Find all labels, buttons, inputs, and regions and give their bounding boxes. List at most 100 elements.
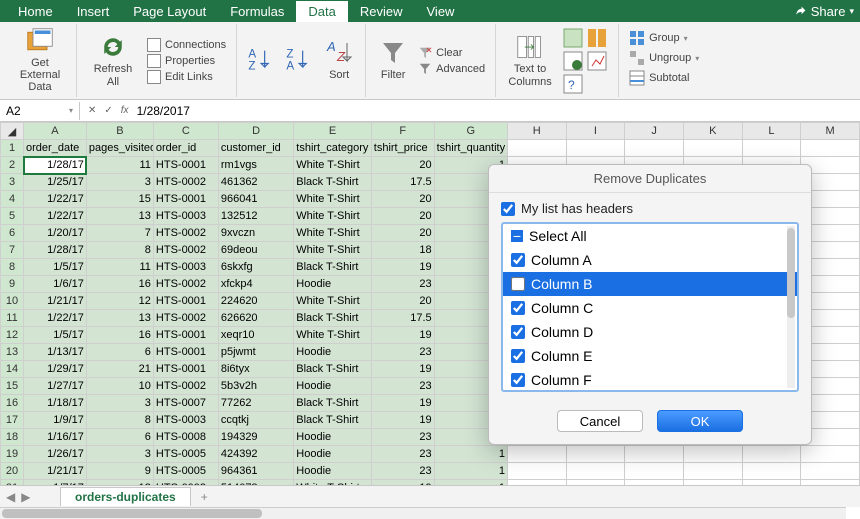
cell[interactable]: 1 — [434, 463, 507, 480]
cell[interactable]: 1/16/17 — [24, 429, 87, 446]
cell[interactable] — [742, 463, 801, 480]
row-header[interactable]: 5 — [1, 208, 24, 225]
cell[interactable]: Black T-Shirt — [294, 412, 372, 429]
cell[interactable] — [625, 140, 684, 157]
cell[interactable]: 1/25/17 — [24, 174, 87, 191]
cell[interactable]: 1/22/17 — [24, 191, 87, 208]
sort-button[interactable]: AZ Sort — [319, 27, 359, 95]
cell[interactable]: 21 — [86, 361, 153, 378]
cell[interactable]: 1/18/17 — [24, 395, 87, 412]
remove-duplicates-button[interactable] — [586, 27, 608, 49]
column-option[interactable]: −Select All — [503, 224, 797, 248]
row-header[interactable]: 15 — [1, 378, 24, 395]
cell[interactable]: 1/9/17 — [24, 412, 87, 429]
cell[interactable]: p5jwmt — [218, 344, 293, 361]
column-header[interactable]: B — [86, 123, 153, 140]
cell[interactable] — [507, 463, 566, 480]
column-header[interactable]: E — [294, 123, 372, 140]
has-headers-checkbox[interactable]: My list has headers — [501, 201, 799, 216]
cell[interactable]: 1/13/17 — [24, 344, 87, 361]
cell[interactable]: 11 — [86, 157, 153, 174]
select-all-cell[interactable]: ◢ — [1, 123, 24, 140]
cell[interactable]: HTS-0002 — [153, 242, 218, 259]
sheet-nav-prev-icon[interactable]: ◀ — [6, 490, 15, 504]
row-header[interactable]: 3 — [1, 174, 24, 191]
sheet-nav-next-icon[interactable]: ▶ — [21, 490, 30, 504]
advanced-filter-button[interactable]: Advanced — [418, 62, 485, 76]
cell[interactable]: 13 — [86, 208, 153, 225]
cell[interactable]: HTS-0002 — [153, 174, 218, 191]
listbox-scrollbar[interactable] — [787, 226, 795, 388]
cell[interactable]: Black T-Shirt — [294, 259, 372, 276]
cell[interactable]: Hoodie — [294, 429, 372, 446]
cell[interactable]: HTS-0008 — [153, 429, 218, 446]
properties-button[interactable]: Properties — [147, 54, 226, 68]
cell[interactable]: 23 — [371, 276, 434, 293]
cell[interactable]: White T-Shirt — [294, 157, 372, 174]
cell[interactable]: 1/26/17 — [24, 446, 87, 463]
checkbox[interactable] — [511, 325, 525, 339]
row-header[interactable]: 12 — [1, 327, 24, 344]
cell[interactable] — [566, 446, 625, 463]
cell[interactable]: 626620 — [218, 310, 293, 327]
cell[interactable]: 6 — [86, 429, 153, 446]
cell[interactable]: HTS-0001 — [153, 361, 218, 378]
cell[interactable] — [507, 446, 566, 463]
column-option[interactable]: Column B — [503, 272, 797, 296]
row-header[interactable]: 10 — [1, 293, 24, 310]
row-header[interactable]: 18 — [1, 429, 24, 446]
row-header[interactable]: 2 — [1, 157, 24, 174]
whatif-button[interactable]: ? — [562, 73, 584, 95]
cell[interactable]: order_date — [24, 140, 87, 157]
column-header[interactable]: M — [801, 123, 860, 140]
cell[interactable]: 1 — [434, 446, 507, 463]
cell[interactable]: Hoodie — [294, 344, 372, 361]
cell[interactable]: 964361 — [218, 463, 293, 480]
cell[interactable]: Hoodie — [294, 463, 372, 480]
column-option[interactable]: Column E — [503, 344, 797, 368]
consolidate-button[interactable] — [586, 50, 608, 72]
cell[interactable] — [801, 446, 860, 463]
cell[interactable]: 1/27/17 — [24, 378, 87, 395]
column-header[interactable]: K — [683, 123, 742, 140]
column-header[interactable]: G — [434, 123, 507, 140]
row-header[interactable]: 9 — [1, 276, 24, 293]
cell[interactable]: 19 — [371, 412, 434, 429]
cell[interactable]: HTS-0001 — [153, 191, 218, 208]
cell[interactable]: 77262 — [218, 395, 293, 412]
checkbox[interactable] — [511, 277, 525, 291]
cell[interactable]: 132512 — [218, 208, 293, 225]
cell[interactable]: HTS-0003 — [153, 259, 218, 276]
cell[interactable] — [507, 140, 566, 157]
cell[interactable]: 19 — [371, 259, 434, 276]
connections-button[interactable]: Connections — [147, 38, 226, 52]
cell[interactable]: 194329 — [218, 429, 293, 446]
cell[interactable]: 3 — [86, 395, 153, 412]
cell[interactable]: 15 — [86, 191, 153, 208]
cell[interactable]: White T-Shirt — [294, 208, 372, 225]
checkbox[interactable] — [511, 253, 525, 267]
cell[interactable]: 1/28/17 — [24, 157, 87, 174]
cell[interactable]: HTS-0001 — [153, 157, 218, 174]
cell[interactable]: 19 — [371, 361, 434, 378]
column-header[interactable]: J — [625, 123, 684, 140]
cell[interactable]: HTS-0002 — [153, 276, 218, 293]
cell[interactable]: HTS-0001 — [153, 327, 218, 344]
cell[interactable]: HTS-0005 — [153, 446, 218, 463]
cell[interactable]: 1/5/17 — [24, 327, 87, 344]
cell[interactable]: Black T-Shirt — [294, 361, 372, 378]
cell[interactable]: HTS-0007 — [153, 395, 218, 412]
cell[interactable]: 1/22/17 — [24, 310, 87, 327]
checkbox[interactable] — [511, 301, 525, 315]
clear-filter-button[interactable]: Clear — [418, 46, 485, 60]
cell[interactable]: 1/21/17 — [24, 463, 87, 480]
cell[interactable]: HTS-0003 — [153, 412, 218, 429]
cell[interactable]: 5b3v2h — [218, 378, 293, 395]
get-external-data-button[interactable]: Get External Data — [10, 26, 70, 94]
cell[interactable]: 1/28/17 — [24, 242, 87, 259]
row-header[interactable]: 14 — [1, 361, 24, 378]
cell[interactable]: HTS-0002 — [153, 225, 218, 242]
ribbon-tab-home[interactable]: Home — [6, 1, 65, 22]
share-button[interactable]: Share ▾ — [794, 4, 854, 19]
ribbon-tab-insert[interactable]: Insert — [65, 1, 122, 22]
